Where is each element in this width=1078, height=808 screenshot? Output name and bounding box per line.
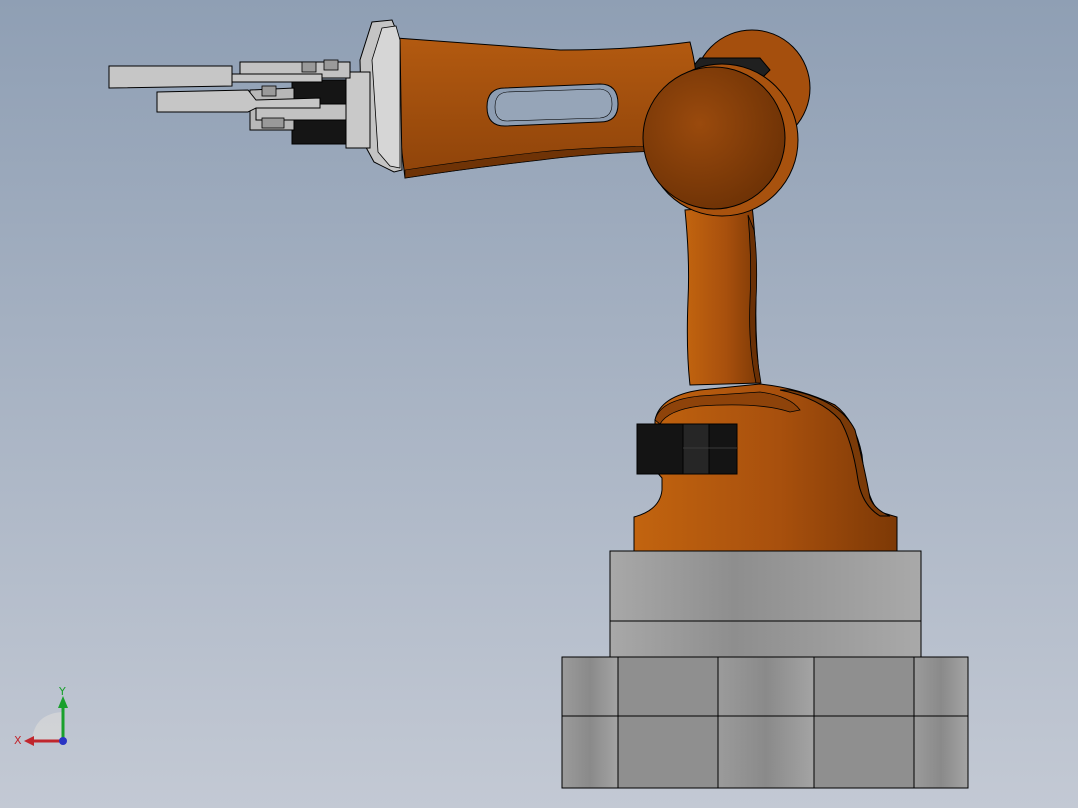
pedestal-body [609, 550, 922, 658]
gripper-screw-4 [323, 59, 339, 71]
pedestal[interactable] [561, 550, 969, 789]
triad-x-arrow [24, 736, 34, 746]
pedestal-foot-mid-left [617, 656, 719, 789]
upper-arm-slot-inner [494, 88, 613, 122]
view-orientation-triad: X Y [14, 685, 68, 747]
gripper-screw-2 [261, 85, 277, 97]
pedestal-foot-mid-right [813, 656, 915, 789]
gripper-screw-3 [261, 117, 285, 129]
triad-y-label: Y [58, 685, 66, 698]
gripper-mount-plate [345, 71, 371, 149]
robot-arm-model[interactable] [0, 0, 1078, 808]
gripper-screw-1 [301, 61, 317, 73]
pedestal-foot-left [561, 656, 619, 789]
pedestal-foot-center [717, 656, 815, 789]
lower-arm-body [684, 204, 761, 386]
base-servo-mount [682, 423, 710, 475]
graphics-viewport[interactable]: X Y [0, 0, 1078, 808]
triad-plane-shading [32, 712, 62, 741]
elbow-joint-cap [642, 66, 786, 210]
lower-arm[interactable] [684, 204, 762, 386]
triad-z-axis [59, 737, 67, 745]
pedestal-foot-right [913, 656, 969, 789]
triad-x-label: X [14, 734, 22, 747]
